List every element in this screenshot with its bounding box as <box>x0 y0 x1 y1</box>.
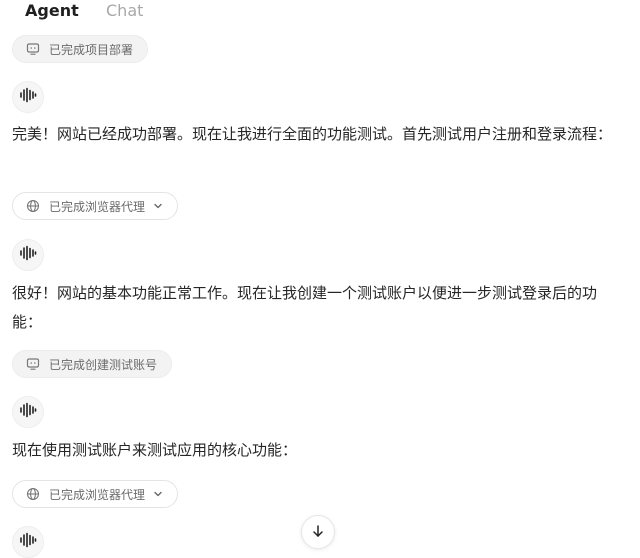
task-status-pill[interactable]: 已完成创建测试账号 <box>12 350 173 378</box>
pill-label: 已完成浏览器代理 <box>49 487 146 502</box>
task-status-pill[interactable]: 已完成浏览器代理 <box>12 480 179 508</box>
scroll-to-bottom-button[interactable] <box>301 515 335 549</box>
pill-label: 已完成创建测试账号 <box>49 357 158 372</box>
tab-chat[interactable]: Chat <box>106 0 143 22</box>
pill-label: 已完成项目部署 <box>49 42 134 57</box>
waveform-icon <box>19 245 37 265</box>
agent-avatar <box>12 396 44 428</box>
waveform-icon <box>19 87 37 107</box>
chevron-down-icon <box>153 489 163 499</box>
agent-avatar <box>12 239 44 271</box>
monitor-icon <box>26 357 40 371</box>
agent-avatar <box>12 526 44 558</box>
monitor-icon <box>26 42 40 56</box>
tab-agent[interactable]: Agent <box>25 0 79 22</box>
tab-bar: Agent Chat <box>0 0 640 24</box>
globe-icon <box>26 199 40 213</box>
waveform-icon <box>19 402 37 422</box>
pill-label: 已完成浏览器代理 <box>49 199 146 214</box>
chevron-down-icon <box>153 201 163 211</box>
agent-avatar <box>12 81 44 113</box>
waveform-icon <box>19 532 37 552</box>
task-status-pill[interactable]: 已完成项目部署 <box>12 35 149 63</box>
globe-icon <box>26 487 40 501</box>
agent-message: 很好！网站的基本功能正常工作。现在让我创建一个测试账户以便进一步测试登录后的功能… <box>12 284 598 331</box>
agent-message: 完美！网站已经成功部署。现在让我进行全面的功能测试。首先测试用户注册和登录流程： <box>12 125 613 143</box>
agent-message: 现在使用测试账户来测试应用的核心功能： <box>12 441 298 459</box>
task-status-pill[interactable]: 已完成浏览器代理 <box>12 192 179 220</box>
arrow-down-icon <box>311 523 325 542</box>
